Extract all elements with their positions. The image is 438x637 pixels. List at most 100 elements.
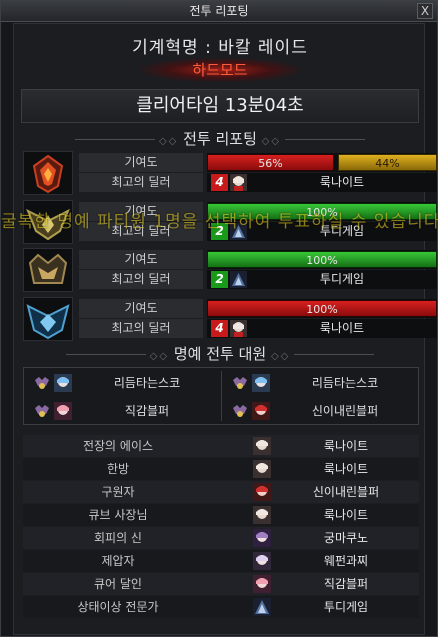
character-portrait-icon — [253, 506, 271, 524]
character-portrait-icon — [253, 460, 271, 478]
award-title: 구원자 — [101, 485, 135, 499]
divider — [294, 354, 375, 355]
honor-member-name: 리듬타는스코 — [113, 376, 181, 390]
best-dealer-label: 최고의 딜러 — [79, 270, 203, 289]
best-dealer: 2 투디게임 — [207, 270, 437, 289]
character-portrait-icon — [253, 529, 271, 547]
award-title: 전장의 에이스 — [82, 439, 154, 453]
best-dealer: 4 룩나이트 — [207, 173, 437, 192]
dealer-name: 룩나이트 — [319, 321, 365, 335]
honor-member-name: 신이내린블퍼 — [311, 404, 379, 418]
character-portrait-icon — [253, 575, 271, 593]
award-row: 상태이상 전문가 투디게임 — [23, 596, 419, 618]
party-row-2[interactable]: 기여도 최고의 딜러 100% 2 투디게임 — [23, 200, 437, 244]
divider — [65, 354, 146, 355]
contribution-label: 기여도 — [79, 299, 203, 318]
honor-section-header: ◇◇ 명예 전투 대원 ◇◇ — [1, 343, 438, 364]
honor-members-box: 리듬타는스코 리듬타는스코 직감블퍼 신이내린블퍼 — [23, 367, 419, 425]
contribution-bar: 56% 44% — [207, 153, 437, 172]
character-portrait-icon — [54, 402, 72, 420]
award-player: 룩나이트 — [323, 508, 369, 522]
report-section-header: ◇◇ 전투 리포팅 ◇◇ — [1, 128, 438, 149]
character-portrait-icon — [253, 552, 271, 570]
party-row-1[interactable]: 기여도 최고의 딜러 56% 44% 4 룩나이트 — [23, 151, 437, 195]
window-titlebar[interactable]: 전투 리포팅 X — [1, 1, 437, 22]
close-button[interactable]: X — [417, 3, 433, 19]
award-title: 큐브 사장님 — [88, 508, 148, 522]
award-row: 한방 룩나이트 — [23, 458, 419, 480]
honor-section-title: 명예 전투 대원 — [173, 345, 267, 363]
award-title: 상태이상 전문가 — [77, 600, 159, 614]
dealer-name: 투디게임 — [319, 224, 365, 238]
award-player: 투디게임 — [323, 600, 369, 614]
contribution-label: 기여도 — [79, 202, 203, 221]
award-row: 회피의 신 궁마쿠노 — [23, 527, 419, 549]
contribution-bar: 100% — [207, 299, 437, 318]
award-row: 제압자 웨펀과찌 — [23, 550, 419, 572]
difficulty-mode: 하드모드 — [140, 58, 300, 82]
best-dealer: 2 투디게임 — [207, 222, 437, 241]
contribution-segment-red: 100% — [207, 300, 437, 317]
honor-member[interactable]: 리듬타는스코 — [24, 370, 220, 396]
dealer-name: 투디게임 — [319, 272, 365, 286]
dealer-name: 룩나이트 — [319, 175, 365, 189]
contribution-segment-red: 56% — [207, 154, 334, 171]
battle-report-window: 전투 리포팅 X 기계혁명 : 바칼 레이드 하드모드 클리어타임 13분04초… — [0, 0, 438, 637]
character-portrait-icon — [253, 598, 271, 616]
award-player: 룩나이트 — [323, 439, 369, 453]
award-row: 구원자 신이내린블퍼 — [23, 481, 419, 503]
award-player: 궁마쿠노 — [323, 531, 369, 545]
honor-member[interactable]: 리듬타는스코 — [222, 370, 418, 396]
award-title: 한방 — [106, 462, 130, 476]
honor-member[interactable]: 직감블퍼 — [24, 398, 220, 424]
award-title: 회피의 신 — [94, 531, 142, 545]
medal-icon — [35, 377, 49, 389]
medal-icon — [233, 405, 247, 417]
party-row-4[interactable]: 기여도 최고의 딜러 100% 4 룩나이트 — [23, 297, 437, 341]
character-portrait-icon — [230, 174, 247, 191]
character-portrait-icon — [253, 483, 271, 501]
diamond-deco-icon: ◇◇ — [270, 351, 291, 362]
award-player: 룩나이트 — [323, 462, 369, 476]
award-player: 웨펀과찌 — [323, 554, 369, 568]
contribution-bar: 100% — [207, 250, 437, 269]
honor-member-name: 직감블퍼 — [124, 404, 170, 418]
party-row-3[interactable]: 기여도 최고의 딜러 100% 2 투디게임 — [23, 248, 437, 292]
rank-badge: 2 — [211, 223, 228, 240]
honor-member[interactable]: 신이내린블퍼 — [222, 398, 418, 424]
award-title: 큐어 달인 — [94, 577, 142, 591]
character-portrait-icon — [230, 223, 247, 240]
character-portrait-icon — [253, 437, 271, 455]
award-player: 직감블퍼 — [323, 577, 369, 591]
blue-ice-emblem-icon — [23, 297, 73, 341]
divider — [74, 139, 155, 140]
rank-badge: 4 — [211, 174, 228, 191]
dungeon-name: 기계혁명 : 바칼 레이드 — [132, 38, 308, 58]
best-dealer-label: 최고의 딜러 — [79, 173, 203, 192]
medal-icon — [233, 377, 247, 389]
award-title: 제압자 — [101, 554, 135, 568]
honor-member-name: 리듬타는스코 — [311, 376, 379, 390]
character-portrait-icon — [252, 402, 270, 420]
best-dealer-label: 최고의 딜러 — [79, 319, 203, 338]
best-dealer: 4 룩나이트 — [207, 319, 437, 338]
award-player: 신이내린블퍼 — [312, 485, 380, 499]
award-row: 전장의 에이스 룩나이트 — [23, 435, 419, 457]
report-section-title: 전투 리포팅 — [183, 130, 257, 148]
window-title: 전투 리포팅 — [189, 4, 249, 18]
award-row: 큐브 사장님 룩나이트 — [23, 504, 419, 526]
bronze-crown-emblem-icon — [23, 248, 73, 292]
character-portrait-icon — [54, 374, 72, 392]
contribution-bar: 100% — [207, 202, 437, 221]
contribution-label: 기여도 — [79, 250, 203, 269]
contribution-label: 기여도 — [79, 153, 203, 172]
diamond-deco-icon: ◇◇ — [149, 351, 170, 362]
diamond-deco-icon: ◇◇ — [261, 136, 282, 147]
rank-badge: 4 — [211, 320, 228, 337]
divider — [285, 139, 366, 140]
contribution-segment-gold: 44% — [338, 154, 437, 171]
award-row: 큐어 달인 직감블퍼 — [23, 573, 419, 595]
contribution-segment-green: 100% — [207, 203, 437, 220]
clear-time: 클리어타임 13분04초 — [21, 89, 419, 123]
character-portrait-icon — [230, 320, 247, 337]
